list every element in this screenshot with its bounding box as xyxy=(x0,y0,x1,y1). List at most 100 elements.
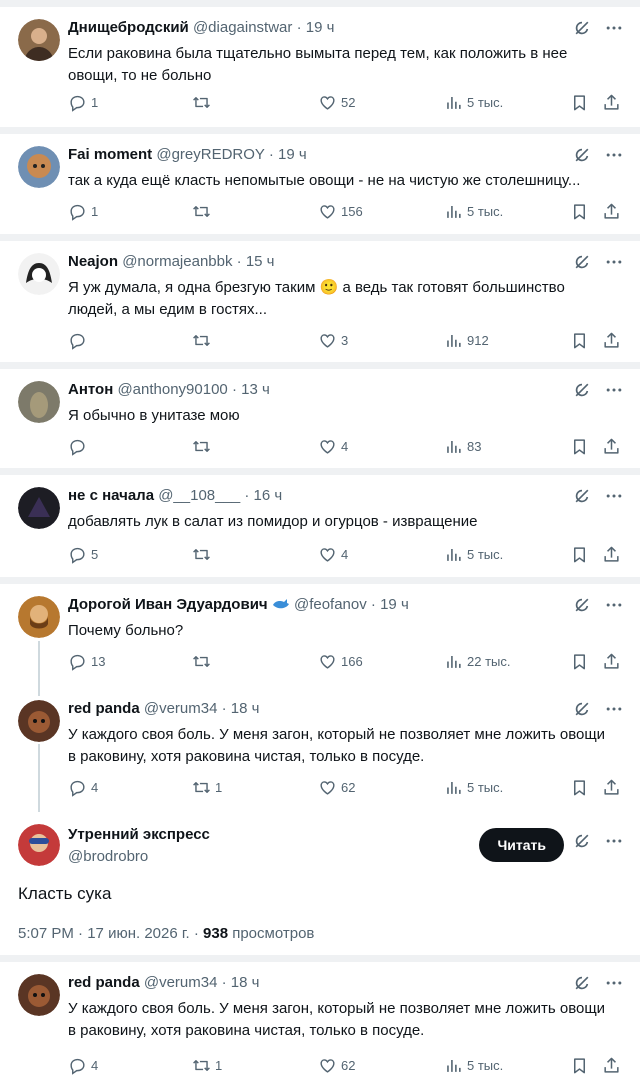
post-time[interactable]: 13 ч xyxy=(241,381,270,398)
like-button[interactable]: 166 xyxy=(318,652,363,671)
author-name[interactable]: Дорогой Иван Эдуардович xyxy=(68,596,268,613)
bookmark-button[interactable] xyxy=(570,545,589,564)
retweet-button[interactable]: 1 xyxy=(192,778,222,797)
retweet-button[interactable] xyxy=(192,331,215,350)
views-button[interactable]: 5 тыс. xyxy=(444,1056,503,1075)
share-button[interactable] xyxy=(602,652,621,671)
more-icon[interactable] xyxy=(604,486,624,506)
retweet-button[interactable]: 1 xyxy=(192,1056,222,1075)
avatar[interactable] xyxy=(18,700,60,742)
grok-icon[interactable] xyxy=(572,252,592,272)
grok-icon[interactable] xyxy=(572,831,592,851)
avatar[interactable] xyxy=(18,19,60,61)
grok-icon[interactable] xyxy=(572,486,592,506)
reply-tweet[interactable]: red panda @verum34 · 18 ч У каждого своя… xyxy=(0,962,640,1090)
author-name[interactable]: red panda xyxy=(68,700,140,717)
bookmark-button[interactable] xyxy=(570,778,589,797)
share-button[interactable] xyxy=(602,545,621,564)
like-button[interactable]: 4 xyxy=(318,437,348,456)
avatar[interactable] xyxy=(18,487,60,529)
avatar[interactable] xyxy=(18,974,60,1016)
like-button[interactable]: 52 xyxy=(318,93,355,112)
post-time[interactable]: 18 ч xyxy=(231,700,260,717)
reply-button[interactable]: 1 xyxy=(68,202,98,221)
views-button[interactable]: 5 тыс. xyxy=(444,93,503,112)
reply-button[interactable] xyxy=(68,437,91,456)
retweet-button[interactable] xyxy=(192,437,215,456)
share-button[interactable] xyxy=(602,93,621,112)
author-handle[interactable]: @__108___ xyxy=(158,487,240,504)
author-name[interactable]: Антон xyxy=(68,381,113,398)
grok-icon[interactable] xyxy=(572,380,592,400)
views-button[interactable]: 912 xyxy=(444,331,489,350)
share-button[interactable] xyxy=(602,778,621,797)
avatar[interactable] xyxy=(18,824,60,866)
views-button[interactable]: 5 тыс. xyxy=(444,202,503,221)
share-button[interactable] xyxy=(602,437,621,456)
author-name[interactable]: Fai moment xyxy=(68,146,152,163)
author-handle[interactable]: @greyREDROY xyxy=(156,146,264,163)
like-button[interactable]: 62 xyxy=(318,778,355,797)
author-handle[interactable]: @diagainstwar xyxy=(193,19,292,36)
author-name[interactable]: Neajon xyxy=(68,253,118,270)
bookmark-button[interactable] xyxy=(570,437,589,456)
like-button[interactable]: 4 xyxy=(318,545,348,564)
more-icon[interactable] xyxy=(604,145,624,165)
reply-button[interactable]: 1 xyxy=(68,93,98,112)
post-time[interactable]: 15 ч xyxy=(246,253,275,270)
more-icon[interactable] xyxy=(604,252,624,272)
post-time[interactable]: 19 ч xyxy=(278,146,307,163)
more-icon[interactable] xyxy=(604,699,624,719)
views-button[interactable]: 5 тыс. xyxy=(444,545,503,564)
author-handle[interactable]: @anthony90100 xyxy=(117,381,227,398)
avatar[interactable] xyxy=(18,146,60,188)
more-icon[interactable] xyxy=(604,380,624,400)
avatar[interactable] xyxy=(18,253,60,295)
retweet-button[interactable] xyxy=(192,202,215,221)
bookmark-button[interactable] xyxy=(570,1056,589,1075)
more-icon[interactable] xyxy=(604,595,624,615)
avatar[interactable] xyxy=(18,381,60,423)
grok-icon[interactable] xyxy=(572,973,592,993)
share-button[interactable] xyxy=(602,331,621,350)
author-handle[interactable]: @normajeanbbk xyxy=(122,253,232,270)
share-button[interactable] xyxy=(602,202,621,221)
bookmark-button[interactable] xyxy=(570,202,589,221)
views-button[interactable]: 83 xyxy=(444,437,481,456)
reply-button[interactable]: 4 xyxy=(68,778,98,797)
post-time[interactable]: 18 ч xyxy=(231,974,260,991)
bookmark-button[interactable] xyxy=(570,93,589,112)
grok-icon[interactable] xyxy=(572,699,592,719)
reply-tweet[interactable]: Днищебродский @diagainstwar · 19 ч Если … xyxy=(0,7,640,127)
reply-tweet[interactable]: Антон @anthony90100 · 13 ч Я обычно в ун… xyxy=(0,369,640,468)
like-button[interactable]: 62 xyxy=(318,1056,355,1075)
avatar[interactable] xyxy=(18,596,60,638)
author-handle[interactable]: @verum34 xyxy=(144,974,218,991)
grok-icon[interactable] xyxy=(572,18,592,38)
author-name[interactable]: red panda xyxy=(68,974,140,991)
like-button[interactable]: 3 xyxy=(318,331,348,350)
post-time[interactable]: 19 ч xyxy=(306,19,335,36)
reply-button[interactable]: 4 xyxy=(68,1056,98,1075)
views-button[interactable]: 5 тыс. xyxy=(444,778,503,797)
follow-button[interactable]: Читать xyxy=(479,828,564,862)
grok-icon[interactable] xyxy=(572,595,592,615)
bookmark-button[interactable] xyxy=(570,652,589,671)
reply-button[interactable]: 5 xyxy=(68,545,98,564)
post-time[interactable]: 16 ч xyxy=(254,487,283,504)
author-handle[interactable]: @verum34 xyxy=(144,700,218,717)
reply-button[interactable] xyxy=(68,331,91,350)
views-button[interactable]: 22 тыс. xyxy=(444,652,510,671)
post-time[interactable]: 5:07 PM xyxy=(18,925,74,942)
post-time[interactable]: 19 ч xyxy=(380,596,409,613)
reply-tweet[interactable]: Neajon @normajeanbbk · 15 ч Я уж думала,… xyxy=(0,241,640,362)
reply-button[interactable]: 13 xyxy=(68,652,105,671)
retweet-button[interactable] xyxy=(192,545,215,564)
author-handle[interactable]: @feofanov xyxy=(294,596,367,613)
grok-icon[interactable] xyxy=(572,145,592,165)
author-name[interactable]: Утренний экспресс xyxy=(68,826,210,843)
reply-tweet[interactable]: Fai moment @greyREDROY · 19 ч так а куда… xyxy=(0,134,640,234)
reply-tweet[interactable]: red panda @verum34 · 18 ч У каждого своя… xyxy=(0,688,640,812)
more-icon[interactable] xyxy=(604,18,624,38)
share-button[interactable] xyxy=(602,1056,621,1075)
